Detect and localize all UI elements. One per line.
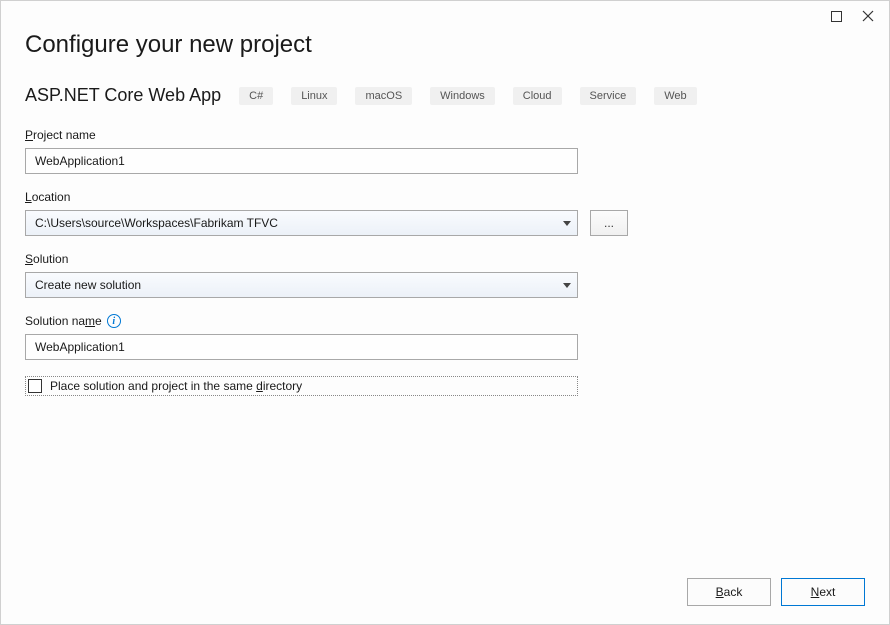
page-title: Configure your new project bbox=[25, 31, 865, 59]
location-value: C:\Users\source\Workspaces\Fabrikam TFVC bbox=[35, 216, 278, 230]
same-directory-row[interactable]: Place solution and project in the same d… bbox=[25, 376, 578, 396]
solution-name-label: Solution name i bbox=[25, 314, 865, 328]
solution-value: Create new solution bbox=[35, 278, 141, 292]
chevron-down-icon bbox=[563, 221, 571, 226]
solution-combo[interactable]: Create new solution bbox=[25, 272, 578, 298]
solution-label: Solution bbox=[25, 252, 865, 266]
project-name-input[interactable] bbox=[25, 148, 578, 174]
maximize-button[interactable] bbox=[829, 9, 843, 23]
template-tag: macOS bbox=[355, 87, 412, 105]
solution-name-input[interactable] bbox=[25, 334, 578, 360]
next-button[interactable]: Next bbox=[781, 578, 865, 606]
browse-button[interactable]: ... bbox=[590, 210, 628, 236]
template-tag: C# bbox=[239, 87, 273, 105]
same-directory-checkbox[interactable] bbox=[28, 379, 42, 393]
template-tag: Linux bbox=[291, 87, 337, 105]
project-name-label: Project name bbox=[25, 128, 865, 142]
template-tag: Cloud bbox=[513, 87, 562, 105]
template-tag: Service bbox=[580, 87, 637, 105]
back-button[interactable]: Back bbox=[687, 578, 771, 606]
template-tag: Web bbox=[654, 87, 696, 105]
location-label: Location bbox=[25, 190, 865, 204]
same-directory-label: Place solution and project in the same d… bbox=[50, 379, 302, 393]
chevron-down-icon bbox=[563, 283, 571, 288]
template-tag: Windows bbox=[430, 87, 495, 105]
template-name: ASP.NET Core Web App bbox=[25, 85, 221, 106]
close-button[interactable] bbox=[861, 9, 875, 23]
info-icon[interactable]: i bbox=[107, 314, 121, 328]
location-combo[interactable]: C:\Users\source\Workspaces\Fabrikam TFVC bbox=[25, 210, 578, 236]
template-header: ASP.NET Core Web App C# Linux macOS Wind… bbox=[25, 85, 865, 106]
